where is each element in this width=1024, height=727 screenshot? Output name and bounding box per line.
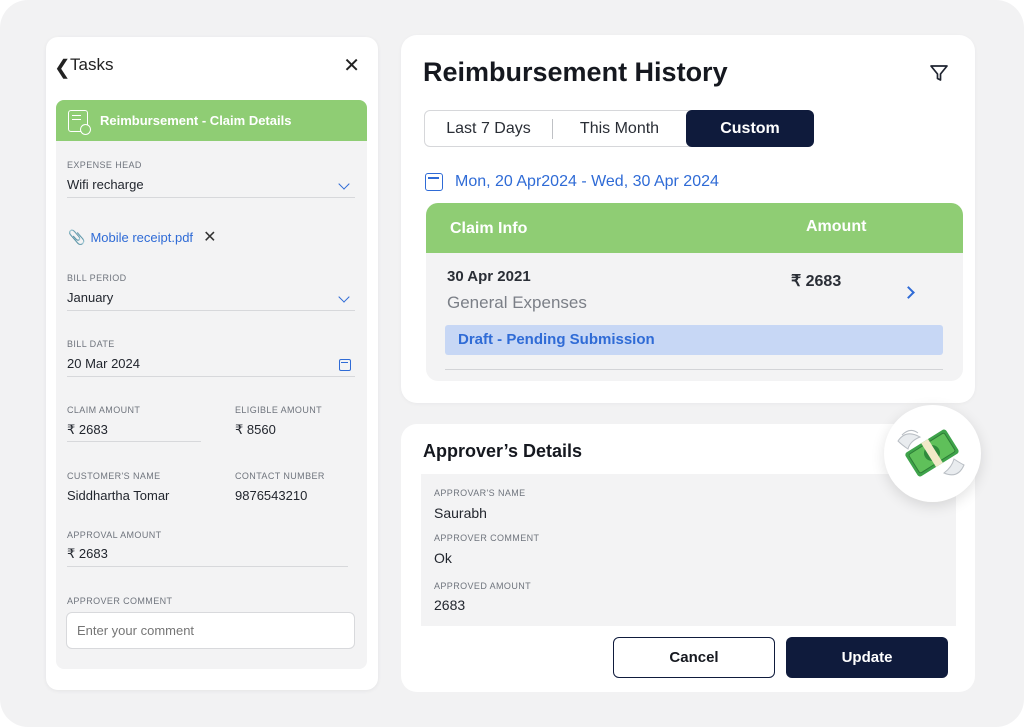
receipt-icon	[68, 109, 91, 135]
chevron-right-icon[interactable]	[902, 286, 915, 299]
expense-head-label: EXPENSE HEAD	[67, 160, 142, 170]
claim-details-title: Reimbursement - Claim Details	[100, 113, 292, 128]
bill-period-select[interactable]: January	[67, 290, 113, 305]
calendar-icon[interactable]	[339, 359, 351, 371]
calendar-icon	[425, 173, 443, 191]
date-range[interactable]: Mon, 20 Apr2024 - Wed, 30 Apr 2024	[425, 173, 719, 191]
contact-number-label: CONTACT NUMBER	[235, 471, 325, 481]
paperclip-icon: 📎	[68, 228, 86, 245]
approved-amount-label: APPROVED AMOUNT	[434, 581, 532, 591]
approver-details-title: Approver’s Details	[423, 441, 583, 461]
tasks-title: Tasks	[70, 55, 114, 74]
tab-last-7-days[interactable]: Last 7 Days	[425, 111, 552, 146]
table-header: Claim Info Amount	[426, 203, 963, 253]
divider	[67, 441, 201, 442]
tasks-panel: ❮ Tasks ✕ Reimbursement - Claim Details …	[46, 37, 378, 690]
attachment-name[interactable]: Mobile receipt.pdf	[90, 230, 193, 245]
date-filter-tabs: Last 7 Days This Month Custom	[424, 110, 814, 147]
column-header-claim-info: Claim Info	[450, 220, 528, 237]
claim-details-header: Reimbursement - Claim Details	[56, 100, 367, 141]
chevron-down-icon[interactable]	[338, 178, 350, 190]
bill-period-label: BILL PERIOD	[67, 273, 127, 283]
bill-date-input[interactable]: 20 Mar 2024	[67, 356, 140, 371]
column-header-amount: Amount	[806, 218, 867, 235]
divider	[67, 310, 355, 311]
claim-category: General Expenses	[447, 293, 587, 312]
chevron-down-icon[interactable]	[338, 291, 350, 303]
divider	[67, 566, 348, 567]
bill-date-label: BILL DATE	[67, 339, 115, 349]
filter-icon[interactable]	[929, 63, 949, 83]
customer-name-label: CUSTOMER'S NAME	[67, 471, 161, 481]
divider	[67, 376, 355, 377]
claim-details-card: Reimbursement - Claim Details EXPENSE HE…	[56, 100, 367, 669]
approval-amount-input[interactable]: ₹ 2683	[67, 546, 108, 562]
eligible-amount-label: ELIGIBLE AMOUNT	[235, 405, 323, 415]
page-title: Reimbursement History	[423, 57, 728, 87]
money-with-wings-icon	[884, 405, 981, 502]
attachment-link[interactable]: 📎 Mobile receipt.pdf ✕	[68, 227, 216, 247]
customer-name-value: Siddhartha Tomar	[67, 488, 170, 503]
approver-comment-value: Ok	[434, 550, 452, 566]
eligible-amount-value: ₹ 8560	[235, 422, 276, 437]
reimbursement-history-panel: Reimbursement History Last 7 Days This M…	[401, 35, 975, 403]
divider	[445, 369, 943, 370]
remove-attachment-icon[interactable]: ✕	[203, 227, 216, 247]
tasks-header: ❮ Tasks ✕	[46, 37, 378, 91]
tab-this-month[interactable]: This Month	[553, 111, 686, 146]
close-icon[interactable]: ✕	[343, 53, 360, 78]
claim-date: 30 Apr 2021	[447, 268, 531, 285]
divider	[67, 197, 355, 198]
contact-number-value: 9876543210	[235, 488, 308, 503]
claim-amount-value[interactable]: ₹ 2683	[67, 422, 108, 438]
approver-comment-label: APPROVER COMMENT	[67, 596, 173, 606]
update-button[interactable]: Update	[786, 637, 948, 678]
claim-amount-label: CLAIM AMOUNT	[67, 405, 141, 415]
status-badge: Draft - Pending Submission	[445, 325, 943, 355]
expense-head-select[interactable]: Wifi recharge	[67, 177, 144, 192]
tab-custom[interactable]: Custom	[686, 110, 814, 147]
claim-amount: ₹ 2683	[791, 273, 842, 290]
approver-comment-label: APPROVER COMMENT	[434, 533, 540, 543]
approver-name-label: APPROVAR'S NAME	[434, 488, 526, 498]
approver-details-box: APPROVAR'S NAME Saurabh APPROVER COMMENT…	[421, 474, 956, 626]
date-range-text[interactable]: Mon, 20 Apr2024 - Wed, 30 Apr 2024	[455, 173, 719, 191]
approver-name-value: Saurabh	[434, 505, 487, 521]
approver-comment-input[interactable]	[66, 612, 355, 649]
cancel-button[interactable]: Cancel	[613, 637, 775, 678]
approved-amount-value: 2683	[434, 597, 466, 613]
history-table: Claim Info Amount 30 Apr 2021 General Ex…	[426, 203, 963, 381]
approval-amount-label: APPROVAL AMOUNT	[67, 530, 162, 540]
chevron-left-icon[interactable]: ❮	[54, 55, 71, 80]
